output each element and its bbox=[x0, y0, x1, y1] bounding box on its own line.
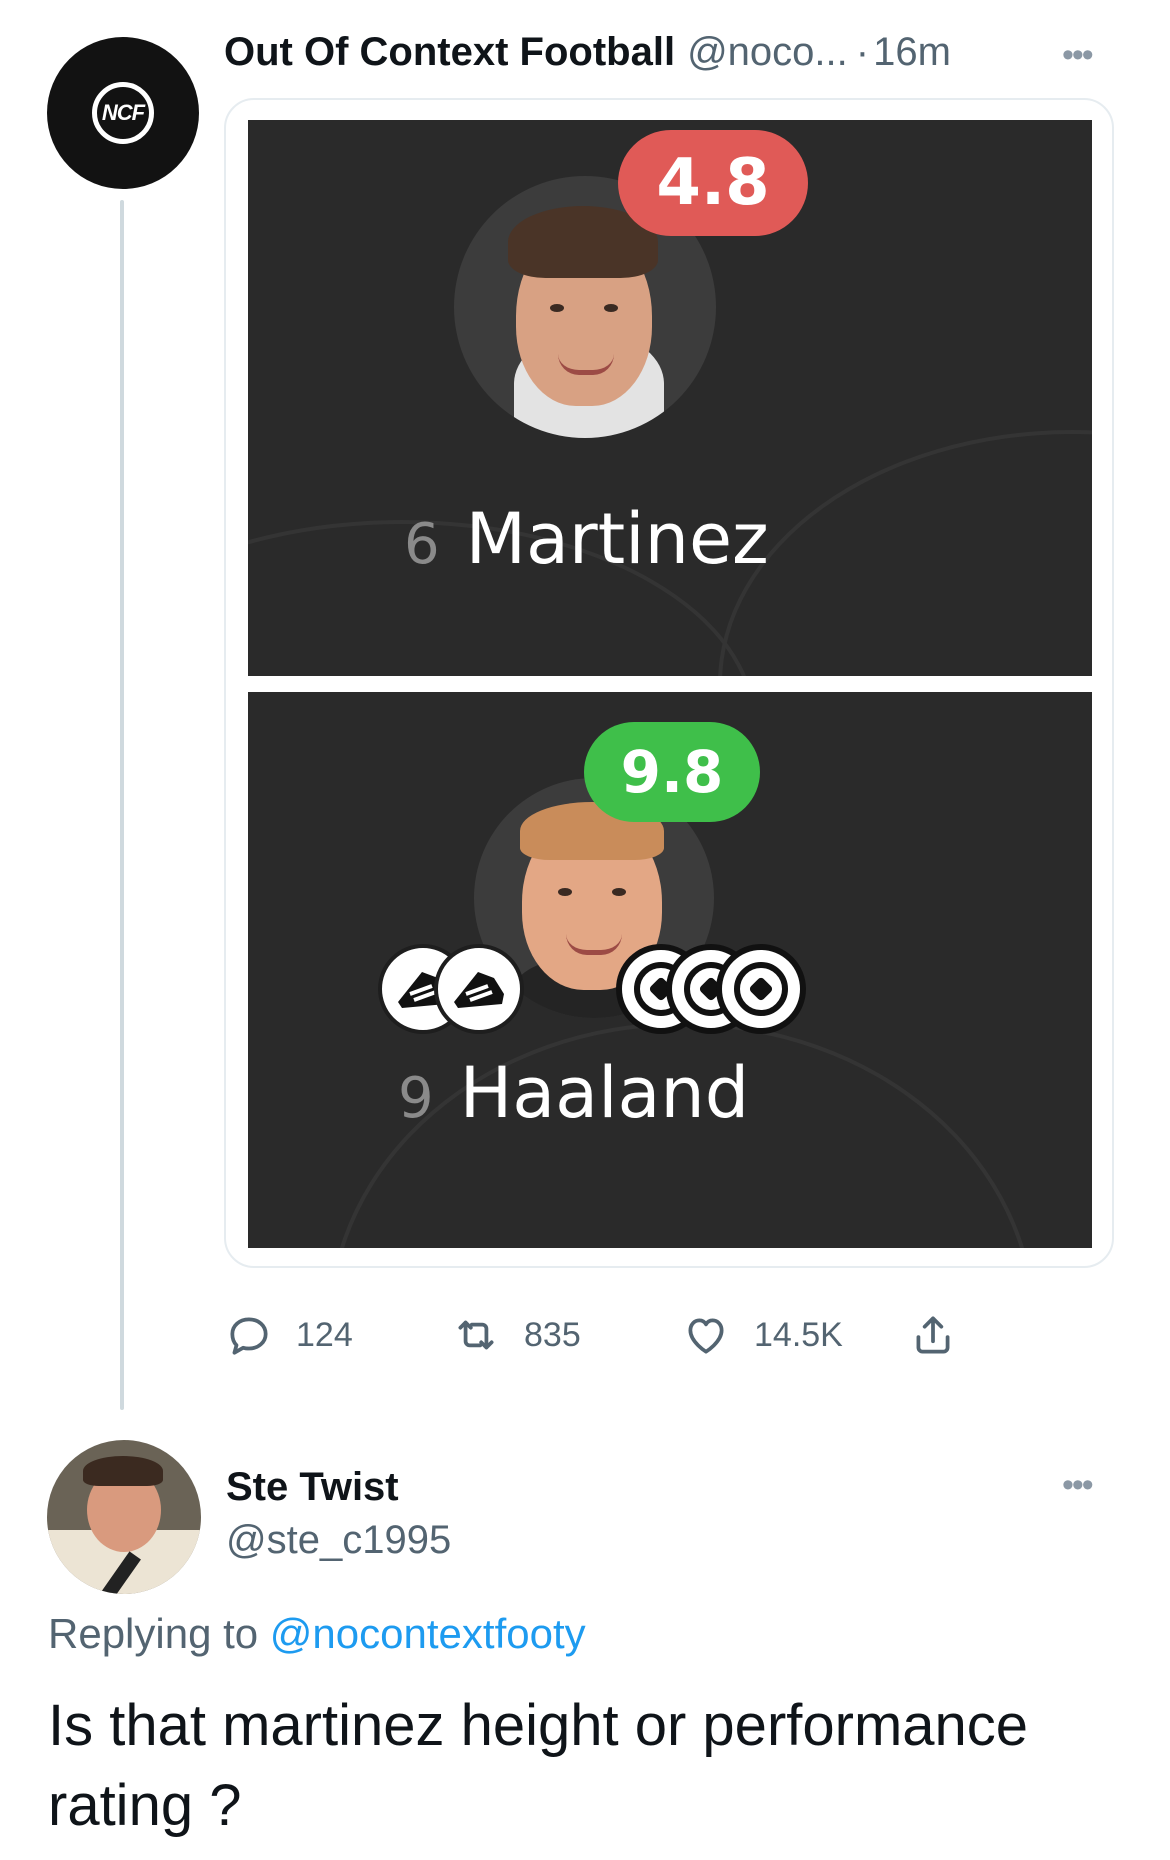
player-card-martinez: 4.8 6 Martinez bbox=[248, 120, 1092, 676]
ncf-logo: NCF bbox=[92, 82, 154, 144]
tweet-media[interactable]: 4.8 6 Martinez 9.8 9 Haaland bbox=[224, 98, 1114, 1268]
player-name: Haaland bbox=[459, 1052, 750, 1134]
shirt-number: 9 bbox=[398, 1066, 434, 1131]
more-options-icon[interactable]: ••• bbox=[1062, 36, 1094, 75]
reply-author-avatar[interactable] bbox=[47, 1440, 201, 1594]
player-label-martinez: 6 Martinez bbox=[404, 498, 769, 580]
retweet-button[interactable]: 835 bbox=[450, 1310, 680, 1360]
reply-handle[interactable]: @ste_c1995 bbox=[226, 1518, 451, 1563]
retweet-icon bbox=[458, 1320, 494, 1350]
heart-icon bbox=[688, 1318, 724, 1354]
reply-count: 124 bbox=[296, 1315, 353, 1354]
tweet-header: Out Of Context Football @noco... · 16m bbox=[224, 30, 951, 82]
share-icon bbox=[916, 1316, 950, 1354]
like-count: 14.5K bbox=[754, 1315, 843, 1354]
shirt-number: 6 bbox=[404, 512, 440, 577]
tweet-timestamp[interactable]: 16m bbox=[873, 30, 951, 75]
reply-more-options-icon[interactable]: ••• bbox=[1062, 1466, 1094, 1505]
ncf-logo-text: NCF bbox=[101, 100, 145, 125]
player-eye bbox=[558, 888, 572, 896]
reply-icon bbox=[230, 1317, 268, 1355]
rating-badge-martinez: 4.8 bbox=[618, 130, 808, 236]
player-eye bbox=[612, 888, 626, 896]
replying-to-mention[interactable]: @nocontextfooty bbox=[270, 1610, 586, 1657]
tweet-action-bar: 124 835 14.5K bbox=[224, 1310, 980, 1360]
author-avatar[interactable]: NCF bbox=[47, 37, 199, 189]
header-separator: · bbox=[855, 30, 870, 74]
replying-to-line: Replying to @nocontextfooty bbox=[48, 1610, 586, 1658]
thread-connector-line bbox=[120, 200, 124, 1410]
avatar-hair bbox=[83, 1456, 163, 1486]
player-card-haaland: 9.8 9 Haaland bbox=[248, 692, 1092, 1248]
replying-prefix: Replying to bbox=[48, 1610, 259, 1657]
reply-button[interactable]: 124 bbox=[224, 1310, 450, 1360]
author-handle[interactable]: @noco... bbox=[687, 30, 848, 75]
rating-badge-haaland: 9.8 bbox=[584, 722, 760, 822]
assist-boot-icon bbox=[434, 944, 524, 1034]
pitch-line bbox=[718, 430, 1092, 676]
reply-text: Is that martinez height or performance r… bbox=[48, 1693, 1029, 1838]
player-eye bbox=[604, 304, 618, 312]
player-eye bbox=[550, 304, 564, 312]
retweet-count: 835 bbox=[524, 1315, 581, 1354]
author-display-name[interactable]: Out Of Context Football bbox=[224, 30, 675, 75]
player-label-haaland: 9 Haaland bbox=[398, 1052, 749, 1134]
like-button[interactable]: 14.5K bbox=[680, 1310, 908, 1360]
share-button[interactable] bbox=[908, 1310, 980, 1360]
reply-display-name[interactable]: Ste Twist bbox=[226, 1465, 399, 1510]
goal-ball-icon bbox=[716, 944, 806, 1034]
player-name: Martinez bbox=[465, 498, 769, 580]
